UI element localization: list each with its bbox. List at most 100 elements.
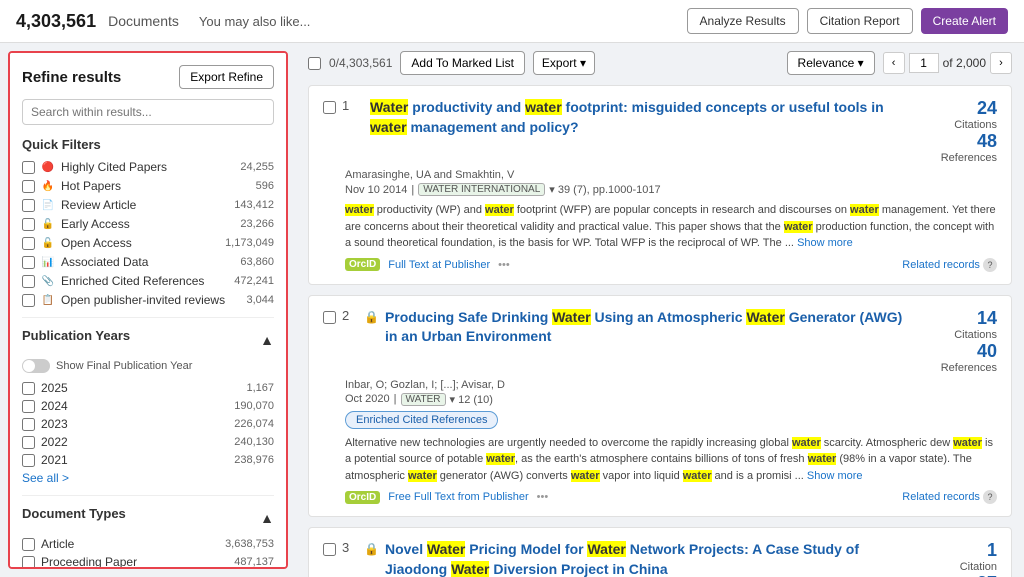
- year-count: 238,976: [234, 454, 274, 466]
- relevance-chevron-icon: ▾: [858, 56, 864, 70]
- add-to-marked-button[interactable]: Add To Marked List: [400, 51, 525, 75]
- year-label: 2021: [41, 453, 68, 467]
- main-layout: Refine results Export Refine Quick Filte…: [0, 43, 1024, 577]
- filter-checkbox[interactable]: [22, 161, 35, 174]
- reference-count: 48: [917, 131, 997, 152]
- filter-checkbox[interactable]: [22, 218, 35, 231]
- filter-item: 📋 Open publisher-invited reviews 3,044: [22, 293, 274, 307]
- reference-count: 40: [917, 341, 997, 362]
- filter-icon: 🔥: [41, 179, 55, 193]
- filter-icon: 🔓: [41, 236, 55, 250]
- filter-icon: 📄: [41, 198, 55, 212]
- highlight-word: water: [683, 470, 712, 482]
- pub-years-toggle-icon[interactable]: ▲: [260, 332, 274, 348]
- article-checkbox[interactable]: [323, 101, 336, 114]
- doc-type-checkbox[interactable]: [22, 556, 35, 569]
- filter-count: 596: [256, 180, 274, 192]
- year-checkbox[interactable]: [22, 418, 35, 431]
- see-all-years[interactable]: See all >: [22, 471, 274, 485]
- article-abstract: Alternative new technologies are urgentl…: [345, 435, 997, 485]
- filter-icon: 🔴: [41, 160, 55, 174]
- article-footer: OrcID Free Full Text from Publisher ••• …: [345, 490, 997, 504]
- title-text: Diversion Project in China: [489, 561, 667, 577]
- export-refine-button[interactable]: Export Refine: [179, 65, 274, 89]
- year-checkbox[interactable]: [22, 436, 35, 449]
- doc-type-checkbox[interactable]: [22, 538, 35, 551]
- article-card: 3 🔒 Novel Water Pricing Model for Water …: [308, 527, 1012, 577]
- show-more-link[interactable]: Show more: [807, 470, 863, 482]
- filter-label: Open Access: [61, 236, 219, 250]
- article-title[interactable]: Novel Water Pricing Model for Water Netw…: [385, 540, 911, 577]
- article-card: 1 Water productivity and water footprint…: [308, 85, 1012, 285]
- year-checkbox[interactable]: [22, 382, 35, 395]
- doc-types-toggle-icon[interactable]: ▲: [260, 510, 274, 526]
- select-all-checkbox[interactable]: [308, 57, 321, 70]
- filter-checkbox[interactable]: [22, 180, 35, 193]
- article-title[interactable]: Water productivity and water footprint: …: [370, 98, 911, 137]
- filter-item: 🔥 Hot Papers 596: [22, 179, 274, 193]
- highlight-word: water: [486, 453, 515, 465]
- journal-name[interactable]: WATER INTERNATIONAL: [418, 183, 545, 196]
- filter-count: 23,266: [240, 218, 274, 230]
- citation-label: Citation: [917, 561, 997, 573]
- filter-checkbox[interactable]: [22, 294, 35, 307]
- next-page-button[interactable]: ›: [990, 52, 1012, 74]
- search-within-input[interactable]: [22, 99, 274, 125]
- doc-type-label: Article: [41, 537, 74, 551]
- highlight-word: water: [784, 221, 813, 233]
- filter-checkbox[interactable]: [22, 256, 35, 269]
- doc-types-title: Document Types: [22, 506, 126, 521]
- page-input[interactable]: [909, 53, 939, 73]
- pub-years-title: Publication Years: [22, 328, 130, 343]
- article-checkbox[interactable]: [323, 311, 336, 324]
- export-button[interactable]: Export ▾: [533, 51, 595, 75]
- highlight-word: Water: [587, 541, 625, 557]
- show-final-pub-toggle[interactable]: Show Final Publication Year: [22, 359, 274, 373]
- article-journal: Nov 10 2014 | WATER INTERNATIONAL ▾ 39 (…: [345, 183, 997, 196]
- toggle-switch[interactable]: [22, 359, 50, 373]
- full-text-link[interactable]: Full Text at Publisher: [388, 259, 490, 271]
- full-text-link[interactable]: Free Full Text from Publisher: [388, 491, 528, 503]
- year-checkbox[interactable]: [22, 454, 35, 467]
- citation-report-button[interactable]: Citation Report: [807, 8, 913, 34]
- highlight-word: water: [370, 119, 407, 135]
- article-title[interactable]: Producing Safe Drinking Water Using an A…: [385, 308, 911, 347]
- journal-name[interactable]: WATER: [401, 393, 446, 406]
- related-records-link[interactable]: Related records ?: [902, 490, 997, 504]
- show-more-link[interactable]: Show more: [797, 237, 853, 249]
- article-card: 2 🔒 Producing Safe Drinking Water Using …: [308, 295, 1012, 518]
- related-records-link[interactable]: Related records ?: [902, 258, 997, 272]
- analyze-results-button[interactable]: Analyze Results: [687, 8, 799, 34]
- highlight-word: water: [808, 453, 837, 465]
- highlight-word: Water: [552, 309, 590, 325]
- citation-count: 1: [917, 540, 997, 561]
- reference-label: References: [917, 362, 997, 374]
- article-number: 3: [342, 540, 358, 555]
- prev-page-button[interactable]: ‹: [883, 52, 905, 74]
- year-checkbox[interactable]: [22, 400, 35, 413]
- year-count: 226,074: [234, 418, 274, 430]
- filter-icon: 📊: [41, 255, 55, 269]
- relevance-button[interactable]: Relevance ▾: [787, 51, 875, 75]
- doc-type-item: Proceeding Paper 487,137: [22, 555, 274, 569]
- article-checkbox[interactable]: [323, 543, 336, 556]
- highlight-word: water: [571, 470, 600, 482]
- relevance-label: Relevance: [798, 56, 855, 70]
- create-alert-button[interactable]: Create Alert: [921, 8, 1008, 34]
- article-date: Nov 10 2014: [345, 184, 407, 196]
- filter-checkbox[interactable]: [22, 275, 35, 288]
- filter-checkbox[interactable]: [22, 237, 35, 250]
- title-text: Producing Safe Drinking: [385, 309, 552, 325]
- filter-checkbox[interactable]: [22, 199, 35, 212]
- results-area: 0/4,303,561 Add To Marked List Export ▾ …: [296, 43, 1024, 577]
- years-list: 2025 1,167 2024 190,070 2023 226,074 202…: [22, 381, 274, 467]
- highlight-word: water: [953, 437, 982, 449]
- article-top: 1 Water productivity and water footprint…: [323, 98, 997, 164]
- reference-label: References: [917, 152, 997, 164]
- quick-filters-list: 🔴 Highly Cited Papers 24,255 🔥 Hot Paper…: [22, 160, 274, 307]
- article-top: 3 🔒 Novel Water Pricing Model for Water …: [323, 540, 997, 577]
- enriched-badge[interactable]: Enriched Cited References: [345, 411, 498, 429]
- citation-count: 14: [917, 308, 997, 329]
- article-footer: OrcID Full Text at Publisher ••• Related…: [345, 258, 997, 272]
- journal-separator: |: [394, 393, 397, 405]
